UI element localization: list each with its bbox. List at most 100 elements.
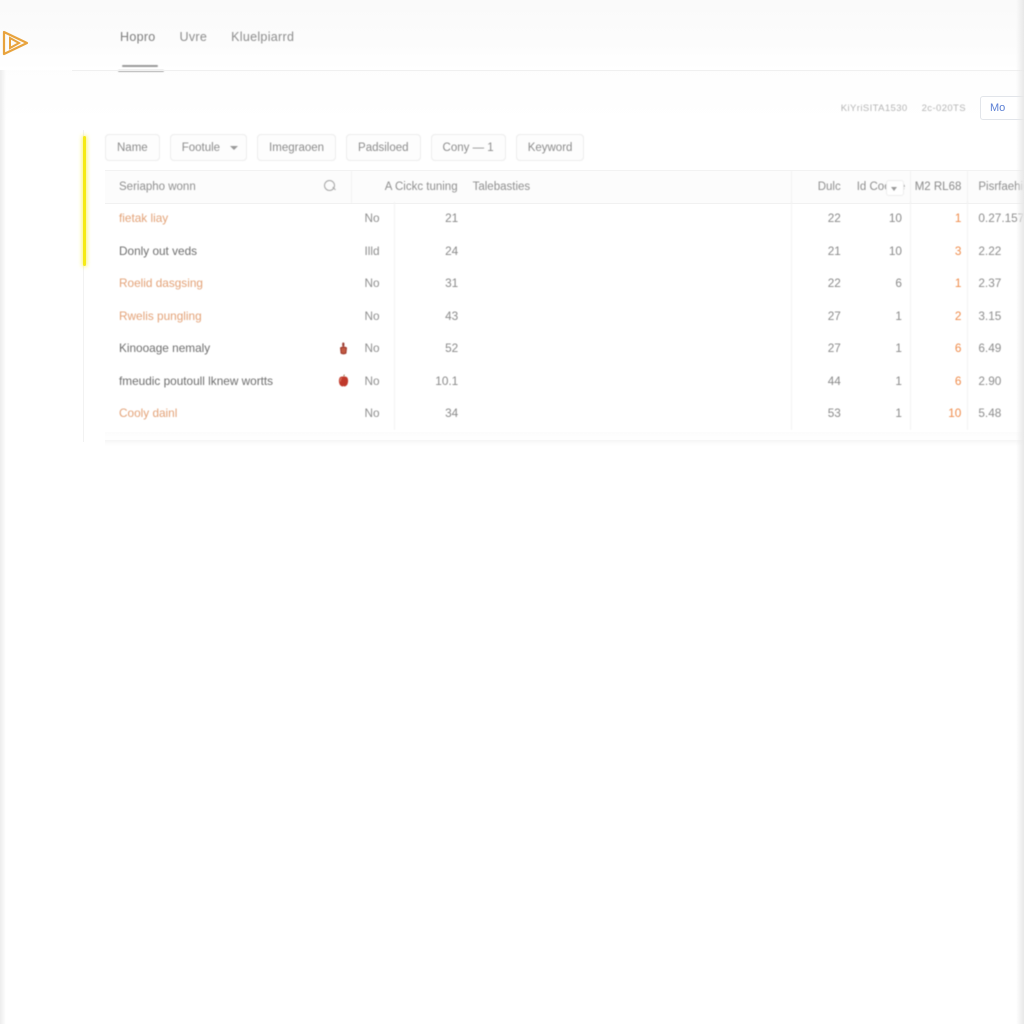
cell-value-2: 53 (791, 397, 846, 430)
cell-flag: No (364, 276, 380, 291)
cell-value-3: 1 (895, 308, 902, 323)
cell-flag: No (364, 308, 380, 323)
cell-value-4: 1 (909, 202, 967, 235)
table-row[interactable]: Roelid dasgsing No 31 22 6 1 2.37 (105, 267, 1024, 300)
play-triangle-logo-icon[interactable] (2, 30, 30, 56)
cell-value-3: 1 (895, 373, 902, 388)
cell-flag: No (364, 211, 380, 226)
table-row[interactable]: fmeudic poutoull lknew wortts No 10.1 44… (105, 364, 1024, 398)
search-input-placeholder: Seriapho wonn (119, 181, 196, 193)
filter-pill-padsiloed[interactable]: Padsiloed (346, 134, 421, 161)
table-row[interactable]: Cooly dainl No 34 53 1 10 5.48 (105, 397, 1024, 430)
table-row[interactable]: Rwelis pungling No 43 27 1 2 3.15 (105, 299, 1024, 333)
table-row[interactable]: fietak liay No 21 22 10 1 0.27.157 (105, 202, 1024, 235)
search-icon[interactable] (324, 180, 336, 191)
cell-blank (465, 235, 791, 268)
cell-name[interactable]: Kinooage nemaly (105, 332, 351, 365)
cell-value-4: 1 (909, 267, 967, 300)
cell-value-2: 22 (791, 202, 846, 235)
cell-value-1: 52 (393, 332, 466, 365)
column-sort-chevron-down-icon[interactable] (885, 180, 904, 196)
more-button[interactable]: Mo (980, 96, 1024, 120)
cell-flag: No (364, 373, 380, 388)
cell-value-5: 6.49 (967, 332, 1024, 365)
cell-value-2: 22 (791, 267, 846, 300)
cell-value-5: 5.48 (967, 397, 1024, 430)
cell-value-3: 10 (888, 243, 902, 258)
chevron-down-icon (230, 145, 239, 150)
cell-name-label: Kinooage nemaly (119, 341, 211, 356)
cell-value-2: 44 (791, 364, 846, 397)
cell-value-5: 0.27.157 (967, 202, 1024, 235)
cell-value-4: 3 (909, 234, 967, 267)
cell-name[interactable]: Cooly dainl (105, 397, 351, 430)
filter-pill-keyword[interactable]: Keyword (515, 134, 585, 161)
table-row[interactable]: Kinooage nemaly No 52 27 1 6 6.49 (105, 332, 1024, 365)
nav-item-0[interactable]: Hopro (120, 30, 156, 44)
filter-pill-footule[interactable]: Footule (169, 134, 248, 161)
filter-pill-cony[interactable]: Cony — 1 (430, 134, 506, 161)
cell-flag: No (364, 406, 380, 421)
red-badge-icon (338, 342, 349, 355)
cell-name[interactable]: Roelid dasgsing (105, 267, 351, 300)
top-bar-divider (72, 70, 1024, 71)
cell-value-3: 1 (895, 406, 902, 421)
selection-accent-bar (83, 136, 86, 266)
filter-pill-row: Name Footule Imegraoen Padsiloed Cony — … (105, 134, 585, 161)
cell-value-5: 2.90 (967, 364, 1024, 397)
column-header-0[interactable]: A Cickc tuning (351, 171, 465, 203)
nav-item-1[interactable]: Uvre (180, 30, 208, 44)
cell-name-label: fmeudic poutoull lknew wortts (119, 373, 274, 388)
cell-value-2: 21 (791, 234, 846, 267)
cell-blank (465, 365, 791, 398)
cell-value-1: 34 (393, 397, 466, 430)
cell-value-3: 1 (895, 341, 902, 356)
active-tab-underline (122, 65, 158, 67)
table-row[interactable]: Donly out veds Illd 24 21 10 3 2.22 (105, 234, 1024, 268)
cell-value-1: 10.1 (393, 364, 466, 397)
column-header-5[interactable]: Pisrfaehio (967, 171, 1024, 203)
cell-name[interactable]: Rwelis pungling (105, 300, 351, 333)
cell-name[interactable]: Donly out veds (105, 235, 351, 268)
cell-value-3: 10 (888, 211, 902, 226)
cell-blank (465, 267, 791, 300)
cell-value-2: 27 (791, 299, 846, 332)
column-header-2[interactable]: Dulc (791, 171, 847, 203)
cell-value-5: 3.15 (967, 299, 1024, 332)
top-bar: Hopro Uvre Kluelpiarrd (0, 0, 1024, 72)
meta-ref: 2c-020TS (921, 102, 966, 114)
column-header-1[interactable]: Talebasties (465, 171, 792, 203)
cell-value-2: 27 (791, 332, 846, 365)
search-input[interactable]: Seriapho wonn (105, 171, 351, 203)
cell-value-5: 2.22 (967, 234, 1024, 267)
card-drop-shadow (105, 440, 1024, 446)
cell-value-1: 21 (393, 202, 466, 235)
cell-value-4: 6 (909, 332, 967, 365)
cell-blank (465, 202, 791, 235)
cell-blank (465, 332, 791, 365)
cell-value-4: 10 (909, 397, 967, 430)
filter-pill-imegraoen[interactable]: Imegraoen (257, 134, 337, 161)
meta-code: KiYriSITA1530 (840, 102, 908, 114)
cell-name[interactable]: fietak liay (105, 202, 351, 235)
main-nav: Hopro Uvre Kluelpiarrd (120, 30, 294, 44)
cell-flag: No (364, 341, 380, 356)
filter-pill-footule-label: Footule (181, 141, 221, 154)
cell-blank (465, 397, 791, 430)
table-header-row: Seriapho wonn A Cickc tuning Talebasties… (105, 170, 1024, 204)
cell-value-1: 24 (393, 234, 466, 267)
cell-value-1: 43 (393, 299, 466, 332)
cell-value-3: 6 (895, 276, 902, 291)
column-header-4[interactable]: M2 RL68 (909, 171, 967, 203)
filter-pill-name[interactable]: Name (105, 134, 160, 161)
app-page: Hopro Uvre Kluelpiarrd KiYriSITA1530 2c-… (0, 0, 1024, 1024)
column-header-3[interactable]: Id Cooice (847, 171, 910, 203)
red-apple-icon (338, 374, 349, 387)
cell-name[interactable]: fmeudic poutoull lknew wortts (105, 365, 351, 398)
nav-item-2[interactable]: Kluelpiarrd (231, 30, 294, 44)
cell-flag: Illd (364, 243, 380, 258)
meta-strip: KiYriSITA1530 2c-020TS Mo (841, 96, 1024, 120)
cell-value-4: 6 (909, 364, 967, 397)
cell-value-1: 31 (393, 267, 466, 300)
cell-value-5: 2.37 (967, 267, 1024, 300)
